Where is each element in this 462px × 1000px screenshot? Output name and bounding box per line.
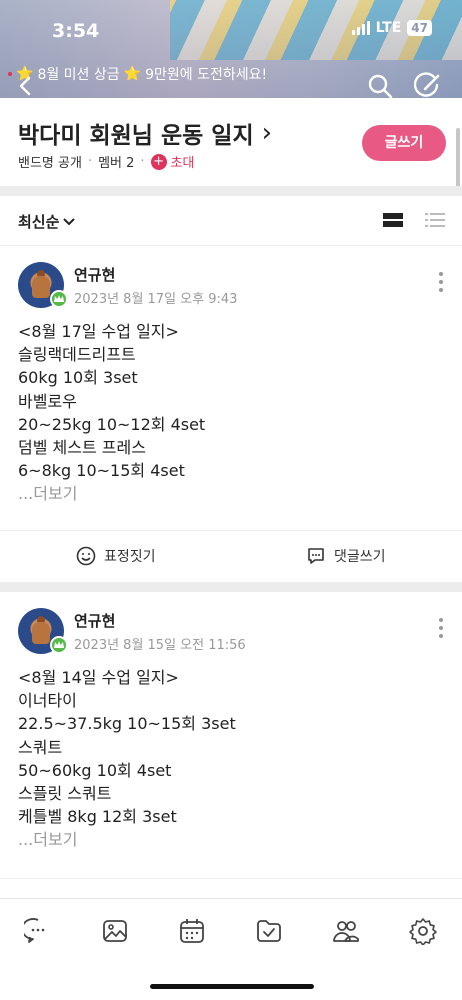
- promo-text-2: 9만원에 도전하세요!: [145, 67, 268, 83]
- post-line: 바벨로우: [18, 391, 77, 411]
- status-time: 3:54: [52, 20, 100, 42]
- sort-label: 최신순: [18, 213, 60, 231]
- crown-badge-icon: [50, 290, 68, 308]
- post-line: 케틀벨 8kg 12회 3set: [18, 807, 177, 827]
- separator: ·: [87, 154, 93, 169]
- post-line: <8월 17일 수업 일지>: [18, 322, 179, 341]
- band-meta: 밴드명 공개 · 멤버 2 · + 초대: [18, 152, 194, 171]
- post-card[interactable]: 연규현 2023년 8월 17일 오후 9:43 <8월 17일 수업 일지> …: [0, 246, 462, 582]
- post-author[interactable]: 연규현: [74, 610, 115, 631]
- smile-icon: [76, 546, 96, 566]
- comment-button[interactable]: 댓글쓰기: [306, 546, 386, 566]
- chevron-right-icon: ›: [261, 118, 273, 148]
- section-divider: [0, 582, 462, 592]
- chat-icon[interactable]: [24, 917, 52, 945]
- post-line: 이너타이: [18, 691, 77, 711]
- more-options-icon[interactable]: [438, 618, 444, 638]
- post-line: 덤벨 체스트 프레스: [18, 438, 146, 458]
- post-line: 스플릿 스쿼트: [18, 784, 112, 804]
- star-icon: ⭐: [123, 66, 142, 82]
- avatar-figure: [32, 276, 50, 298]
- compose-icon[interactable]: [414, 72, 442, 100]
- separator: ·: [140, 154, 145, 169]
- post-line: 50~60kg 10회 4set: [18, 760, 172, 780]
- react-button[interactable]: 표정짓기: [76, 546, 156, 566]
- react-label: 표정짓기: [104, 549, 156, 565]
- invite-label: 초대: [170, 156, 195, 171]
- section-divider: [0, 186, 462, 196]
- post-line: 20~25kg 10~12회 4set: [18, 414, 206, 434]
- invite-button[interactable]: + 초대: [150, 152, 195, 171]
- post-card[interactable]: 연규현 2023년 8월 15일 오전 11:56 <8월 14일 수업 일지>…: [0, 592, 462, 898]
- post-line: 스쿼트: [18, 737, 63, 757]
- members-icon[interactable]: [332, 917, 360, 945]
- list-view-icon[interactable]: [424, 212, 446, 228]
- post-line: 60kg 10회 3set: [18, 368, 138, 388]
- settings-icon[interactable]: [409, 917, 437, 945]
- post-body[interactable]: <8월 14일 수업 일지> 이너타이 22.5~37.5kg 10~15회 3…: [18, 666, 438, 852]
- post-body[interactable]: <8월 17일 수업 일지> 슬링랙데드리프트 60kg 10회 3set 바벨…: [18, 320, 438, 506]
- search-icon[interactable]: [366, 72, 394, 100]
- member-count[interactable]: 멤버 2: [98, 152, 134, 171]
- band-title-text: 박다미 회원님 운동 일지: [18, 123, 254, 149]
- calendar-icon[interactable]: [178, 917, 206, 945]
- battery-icon: 47: [407, 20, 432, 36]
- plus-icon: +: [150, 153, 167, 170]
- post-actions: [0, 878, 462, 898]
- post-line: 22.5~37.5kg 10~15회 3set: [18, 714, 236, 734]
- band-header: 박다미 회원님 운동 일지 › 밴드명 공개 · 멤버 2 · + 초대 글쓰기: [0, 98, 462, 186]
- status-indicators: LTE 47: [351, 20, 432, 36]
- band-visibility: 밴드명 공개: [18, 156, 82, 171]
- avatar-figure: [32, 622, 50, 644]
- read-more-link[interactable]: ...더보기: [18, 828, 438, 851]
- post-line: 슬링랙데드리프트: [18, 345, 136, 365]
- promo-text: 8월 미션 상금: [37, 67, 120, 83]
- post-timestamp: 2023년 8월 17일 오후 9:43: [74, 292, 238, 307]
- write-post-button[interactable]: 글쓰기: [362, 125, 446, 161]
- chevron-down-icon: [63, 217, 76, 225]
- comment-icon: [308, 548, 324, 564]
- post-line: 6~8kg 10~15회 4set: [18, 461, 185, 481]
- photo-icon[interactable]: [101, 917, 129, 945]
- read-more-link[interactable]: ...더보기: [18, 482, 438, 505]
- post-author[interactable]: 연규현: [74, 264, 115, 285]
- home-indicator[interactable]: [150, 984, 314, 989]
- sort-toolbar: 최신순: [0, 196, 462, 246]
- network-label: LTE: [375, 20, 402, 36]
- more-options-icon[interactable]: [438, 272, 444, 292]
- post-timestamp: 2023년 8월 15일 오전 11:56: [74, 638, 246, 653]
- band-title[interactable]: 박다미 회원님 운동 일지 ›: [18, 116, 272, 150]
- crown-badge-icon: [50, 636, 68, 654]
- post-line: <8월 14일 수업 일지>: [18, 668, 179, 687]
- mission-promo[interactable]: ⭐ 8월 미션 상금 ⭐ 9만원에 도전하세요!: [8, 64, 267, 84]
- sort-dropdown[interactable]: 최신순: [18, 211, 76, 232]
- signal-icon: [351, 21, 370, 35]
- card-view-icon[interactable]: [382, 212, 404, 228]
- promo-dot-icon: [8, 72, 12, 76]
- post-actions: 표정짓기 댓글쓰기: [0, 530, 462, 582]
- folder-check-icon[interactable]: [255, 917, 283, 945]
- comment-label: 댓글쓰기: [334, 549, 386, 565]
- back-icon[interactable]: [16, 76, 36, 96]
